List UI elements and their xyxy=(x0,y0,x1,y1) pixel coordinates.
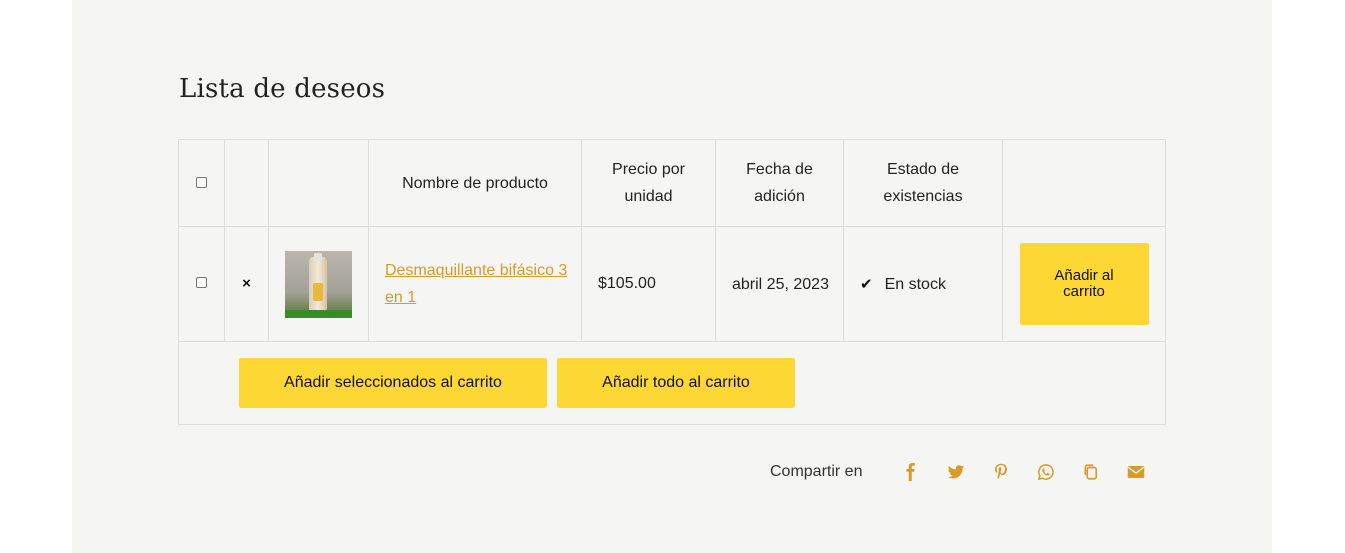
whatsapp-icon[interactable] xyxy=(1037,463,1055,481)
select-all-cell xyxy=(178,139,225,227)
remove-item-icon[interactable]: × xyxy=(242,275,251,292)
product-link[interactable]: Desmaquillante bifásico 3 en 1 xyxy=(385,262,567,306)
price-cell: $105.00 xyxy=(581,226,716,342)
bulk-actions-cell: Añadir seleccionados al carrito Añadir t… xyxy=(178,341,1166,425)
unit-price-header: Precio por unidad xyxy=(581,139,716,227)
wishlist-page: Lista de deseos Nombre de producto Preci… xyxy=(72,0,1272,553)
stock-status: En stock xyxy=(884,275,946,293)
date-added-header: Fecha de adición xyxy=(715,139,844,227)
email-icon[interactable] xyxy=(1127,463,1145,481)
table-row: × Desmaquillante bifásico 3 en 1 $105.00… xyxy=(178,226,1166,342)
date-cell: abril 25, 2023 xyxy=(715,226,844,342)
facebook-icon[interactable] xyxy=(902,463,920,481)
check-icon: ✔ xyxy=(860,275,873,293)
bulk-actions-row: Añadir seleccionados al carrito Añadir t… xyxy=(178,341,1166,425)
stock-cell: ✔ En stock xyxy=(843,226,1003,342)
row-checkbox[interactable] xyxy=(196,277,207,288)
product-name-header: Nombre de producto xyxy=(368,139,582,227)
twitter-icon[interactable] xyxy=(947,463,965,481)
select-all-checkbox[interactable] xyxy=(196,176,207,188)
action-header-cell xyxy=(1002,139,1166,227)
product-thumbnail[interactable] xyxy=(285,250,352,318)
share-bar: Compartir en xyxy=(770,460,1145,484)
product-price: $105.00 xyxy=(598,275,656,292)
row-select-cell xyxy=(178,226,225,342)
stock-status-header: Estado de existencias xyxy=(843,139,1003,227)
wishlist-table: Nombre de producto Precio por unidad Fec… xyxy=(178,139,1166,425)
product-name-cell: Desmaquillante bifásico 3 en 1 xyxy=(368,226,582,342)
add-selected-to-cart-button[interactable]: Añadir seleccionados al carrito xyxy=(239,358,547,408)
remove-header-cell xyxy=(224,139,269,227)
pinterest-icon[interactable] xyxy=(992,463,1010,481)
remove-cell: × xyxy=(224,226,269,342)
page-title: Lista de deseos xyxy=(179,74,386,104)
share-label: Compartir en xyxy=(770,463,863,480)
add-all-to-cart-button[interactable]: Añadir todo al carrito xyxy=(557,358,795,408)
add-to-cart-button[interactable]: Añadir al carrito xyxy=(1019,243,1149,325)
add-to-cart-cell: Añadir al carrito xyxy=(1002,226,1166,342)
thumbnail-header-cell xyxy=(268,139,369,227)
copy-link-icon[interactable] xyxy=(1082,463,1100,481)
thumbnail-cell xyxy=(268,226,369,342)
date-added: abril 25, 2023 xyxy=(732,275,829,293)
table-header-row: Nombre de producto Precio por unidad Fec… xyxy=(178,139,1166,227)
